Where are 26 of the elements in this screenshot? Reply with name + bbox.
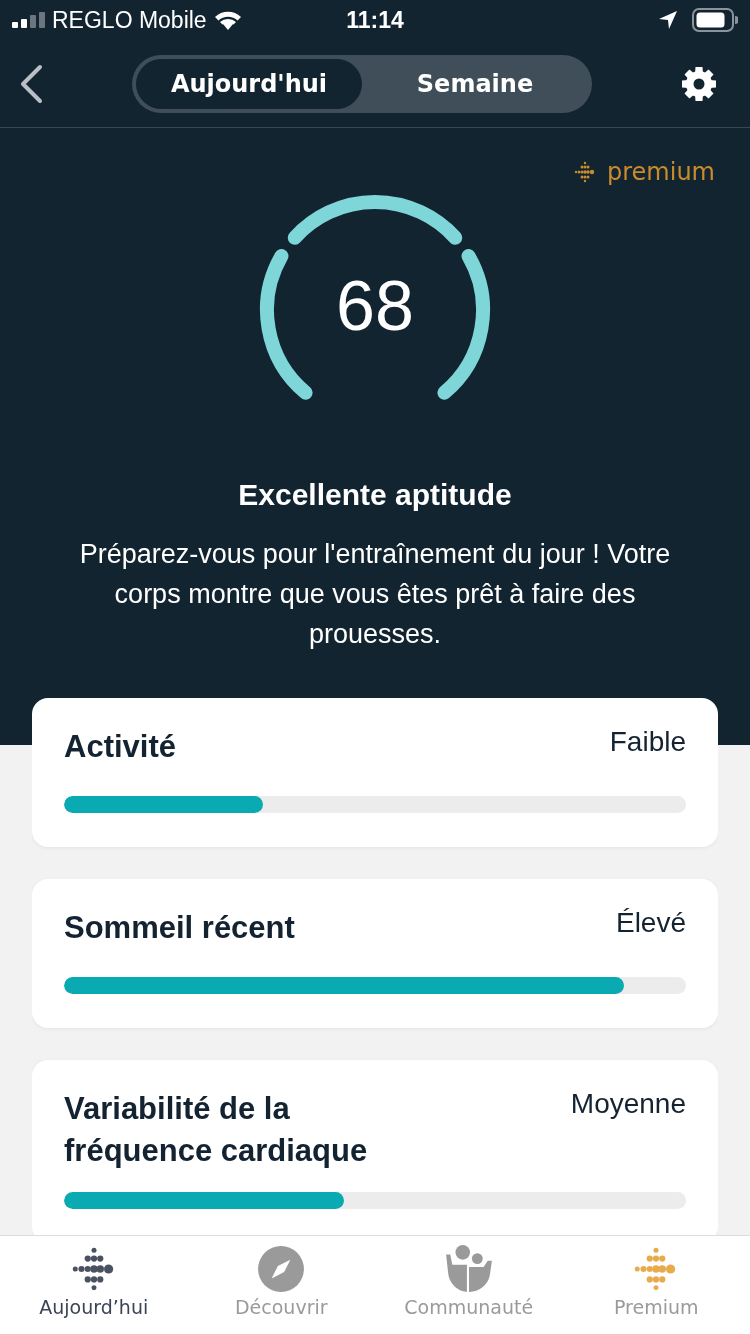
metric-card[interactable]: Activité Faible xyxy=(32,698,718,847)
carrier-name: REGLO Mobile xyxy=(52,6,207,34)
metric-title: Variabilité de la fréquence cardiaque xyxy=(64,1090,369,1170)
metric-rating: Faible xyxy=(609,726,686,758)
metric-card[interactable]: Sommeil récent Élevé xyxy=(32,879,718,1028)
premium-label: premium xyxy=(607,158,715,186)
metric-rating: Moyenne xyxy=(570,1088,686,1120)
battery-icon xyxy=(692,8,738,32)
readiness-message: Préparez-vous pour l'entraînement du jour ! Votre corps montre que vous êtes prêt à faire des prouesses. xyxy=(78,538,672,651)
metric-card[interactable]: Variabilité de la fréquence cardiaque Moyenne xyxy=(32,1060,718,1236)
people-icon xyxy=(443,1244,494,1294)
period-tab[interactable]: Semaine xyxy=(362,58,588,109)
period-tab[interactable]: Aujourd'hui xyxy=(136,58,362,109)
compass-icon xyxy=(256,1244,307,1294)
readiness-title: Excellente aptitude xyxy=(238,478,512,512)
location-icon xyxy=(658,10,678,30)
signal-icon xyxy=(12,12,46,28)
metric-title: Activité xyxy=(64,728,177,766)
metric-rating: Élevé xyxy=(615,907,686,939)
clock-time: 11:14 xyxy=(346,6,404,34)
metric-title: Sommeil récent xyxy=(64,909,296,947)
dots-arrow-icon xyxy=(573,160,597,184)
settings-icon[interactable] xyxy=(680,64,718,103)
score-value: 68 xyxy=(335,266,415,346)
back-icon[interactable] xyxy=(18,63,44,104)
tab-bar-item[interactable]: Aujourd’hui xyxy=(0,1236,188,1334)
